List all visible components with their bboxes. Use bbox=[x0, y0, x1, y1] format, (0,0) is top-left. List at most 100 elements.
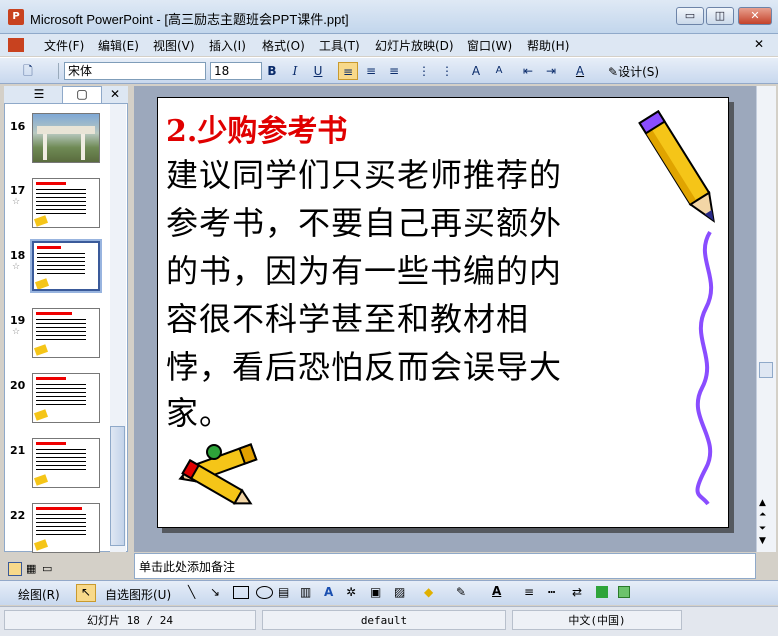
draw-menu-button[interactable]: 绘图(R) bbox=[18, 586, 60, 603]
menu-tools[interactable]: 工具(T) bbox=[319, 37, 360, 54]
menu-file[interactable]: 文件(F) bbox=[44, 37, 84, 54]
menu-view[interactable]: 视图(V) bbox=[153, 37, 195, 54]
picture-icon[interactable]: ▨ bbox=[394, 585, 405, 599]
increase-indent-icon[interactable]: ⇥ bbox=[541, 62, 561, 80]
thumbnail-number: 20 bbox=[10, 379, 26, 392]
slide-body-line[interactable]: 悖，看后恐怕反而会误导大 bbox=[166, 342, 562, 388]
numbered-list-icon[interactable]: ⋮ bbox=[414, 62, 434, 80]
close-button[interactable]: ✕ bbox=[738, 7, 772, 25]
slide-canvas[interactable]: 2.少购参考书 建议同学们只买老师推荐的 参考书，不要自己再买额外 的书，因为有… bbox=[157, 97, 729, 528]
document-close-icon[interactable]: ✕ bbox=[754, 37, 764, 51]
slide-thumbnail[interactable] bbox=[32, 308, 100, 358]
thumbnail-text-lines bbox=[36, 189, 86, 215]
document-icon[interactable] bbox=[8, 38, 24, 52]
formatting-toolbar: 🗋 宋体 18 B I U ≡ ≡ ≡ ⋮ ⋮ A A ⇤ ⇥ A ✎设计(S) bbox=[0, 57, 778, 84]
slide-show-view-icon[interactable]: ▭ bbox=[42, 562, 52, 575]
dash-style-icon[interactable]: ┅ bbox=[548, 585, 555, 599]
scrollbar-thumb[interactable] bbox=[759, 362, 773, 378]
font-color-draw-icon[interactable]: A bbox=[492, 584, 501, 598]
font-name-select[interactable]: 宋体 bbox=[64, 62, 206, 80]
align-center-icon[interactable]: ≡ bbox=[361, 62, 381, 80]
slide-thumbnail[interactable] bbox=[32, 503, 100, 553]
textbox-tool-icon[interactable]: ▤ bbox=[278, 585, 289, 599]
menu-window[interactable]: 窗口(W) bbox=[467, 37, 512, 54]
pencils-clipart[interactable] bbox=[158, 438, 278, 528]
thumbnails-scrollbar[interactable] bbox=[110, 104, 126, 552]
slide-thumbnail[interactable] bbox=[32, 113, 100, 163]
thumbnail-heading-line bbox=[36, 312, 72, 315]
thumbnail-number: 19 bbox=[10, 314, 26, 327]
wordart-icon[interactable]: A bbox=[324, 585, 333, 599]
notes-pane[interactable]: 单击此处添加备注 bbox=[134, 553, 756, 579]
increase-font-icon[interactable]: A bbox=[466, 62, 486, 80]
decrease-font-icon[interactable]: A bbox=[489, 62, 509, 80]
slide-thumbnail[interactable] bbox=[32, 438, 100, 488]
slide-heading[interactable]: 2.少购参考书 bbox=[166, 106, 347, 150]
oval-tool-icon[interactable] bbox=[256, 586, 273, 599]
slide-body-line[interactable]: 家。 bbox=[166, 388, 232, 434]
font-color-button[interactable]: A bbox=[570, 62, 590, 80]
fill-color-icon[interactable]: ◆ bbox=[424, 585, 433, 599]
arrow-style-icon[interactable]: ⇄ bbox=[572, 585, 582, 599]
slide-body-line[interactable]: 建议同学们只买老师推荐的 bbox=[166, 150, 562, 196]
scroll-up-icon[interactable]: ▲ bbox=[759, 498, 766, 508]
slides-tab-icon[interactable]: ▢ bbox=[62, 86, 102, 103]
new-document-icon[interactable]: 🗋 bbox=[18, 62, 38, 80]
slide-sorter-view-icon[interactable]: ▦ bbox=[26, 562, 36, 575]
menu-insert[interactable]: 插入(I) bbox=[209, 37, 246, 54]
slide-thumbnail[interactable] bbox=[32, 373, 100, 423]
decrease-indent-icon[interactable]: ⇤ bbox=[518, 62, 538, 80]
previous-slide-icon[interactable]: ⏶ bbox=[759, 510, 766, 520]
outline-tab-icon[interactable]: ☰ bbox=[24, 87, 54, 102]
menu-help[interactable]: 帮助(H) bbox=[527, 37, 569, 54]
scrollbar-thumb[interactable] bbox=[110, 426, 125, 546]
thumbnail-heading-line bbox=[36, 507, 82, 510]
thumbnail-pencil-icon bbox=[33, 539, 49, 551]
diagram-icon[interactable]: ✲ bbox=[346, 585, 356, 599]
close-panel-icon[interactable]: ✕ bbox=[110, 87, 120, 101]
menu-slideshow[interactable]: 幻灯片放映(D) bbox=[375, 37, 454, 54]
slide-scrollbar[interactable]: ▲ ⏶ ⏷ ▼ bbox=[756, 86, 776, 552]
line-tool-icon[interactable]: ╲ bbox=[188, 585, 195, 599]
thumbnail-number: 21 bbox=[10, 444, 26, 457]
slide-thumbnail[interactable] bbox=[32, 178, 100, 228]
italic-button[interactable]: I bbox=[285, 62, 305, 80]
align-right-icon[interactable]: ≡ bbox=[384, 62, 404, 80]
menu-format[interactable]: 格式(O) bbox=[262, 37, 305, 54]
pencil-clipart[interactable] bbox=[636, 102, 728, 242]
menu-edit[interactable]: 编辑(E) bbox=[98, 37, 139, 54]
slide-body-line[interactable]: 参考书，不要自己再买额外 bbox=[166, 198, 562, 244]
slide-body-line[interactable]: 容很不科学甚至和教材相 bbox=[166, 294, 529, 340]
underline-button[interactable]: U bbox=[308, 62, 328, 80]
design-button[interactable]: ✎设计(S) bbox=[608, 63, 659, 80]
rectangle-tool-icon[interactable] bbox=[233, 586, 249, 599]
vertical-textbox-icon[interactable]: ▥ bbox=[300, 585, 311, 599]
bulleted-list-icon[interactable]: ⋮ bbox=[437, 62, 457, 80]
animation-star-icon: ☆ bbox=[12, 262, 21, 272]
autoshapes-button[interactable]: 自选图形(U) bbox=[105, 586, 171, 603]
bold-button[interactable]: B bbox=[262, 62, 282, 80]
powerpoint-app-icon[interactable]: P bbox=[8, 9, 24, 25]
scroll-down-icon[interactable]: ▼ bbox=[759, 536, 766, 546]
thumbnail-photo-pillar bbox=[81, 134, 85, 160]
line-style-icon[interactable]: ≡ bbox=[524, 585, 534, 599]
align-left-icon[interactable]: ≡ bbox=[338, 62, 358, 80]
thumbnail-pencil-icon bbox=[33, 409, 49, 421]
font-size-select[interactable]: 18 bbox=[210, 62, 262, 80]
line-color-icon[interactable]: ✎ bbox=[456, 585, 466, 599]
minimize-button[interactable]: ▭ bbox=[676, 7, 704, 25]
shadow-style-icon[interactable] bbox=[596, 586, 608, 598]
next-slide-icon[interactable]: ⏷ bbox=[759, 524, 766, 534]
clipart-icon[interactable]: ▣ bbox=[370, 585, 381, 599]
maximize-button[interactable]: ◫ bbox=[706, 7, 734, 25]
slide-body-line[interactable]: 的书，因为有一些书编的内 bbox=[166, 246, 562, 292]
select-pointer-icon[interactable]: ↖ bbox=[76, 584, 96, 602]
thumbnail-number: 18 bbox=[10, 249, 26, 262]
arrow-tool-icon[interactable]: ↘ bbox=[210, 585, 220, 599]
thumbnail-text-lines bbox=[37, 253, 85, 277]
normal-view-icon[interactable] bbox=[8, 562, 22, 576]
slide-thumbnail-selected[interactable] bbox=[30, 239, 102, 293]
animation-star-icon: ☆ bbox=[12, 197, 21, 207]
3d-style-icon[interactable] bbox=[618, 586, 630, 598]
design-icon: ✎ bbox=[608, 65, 619, 79]
